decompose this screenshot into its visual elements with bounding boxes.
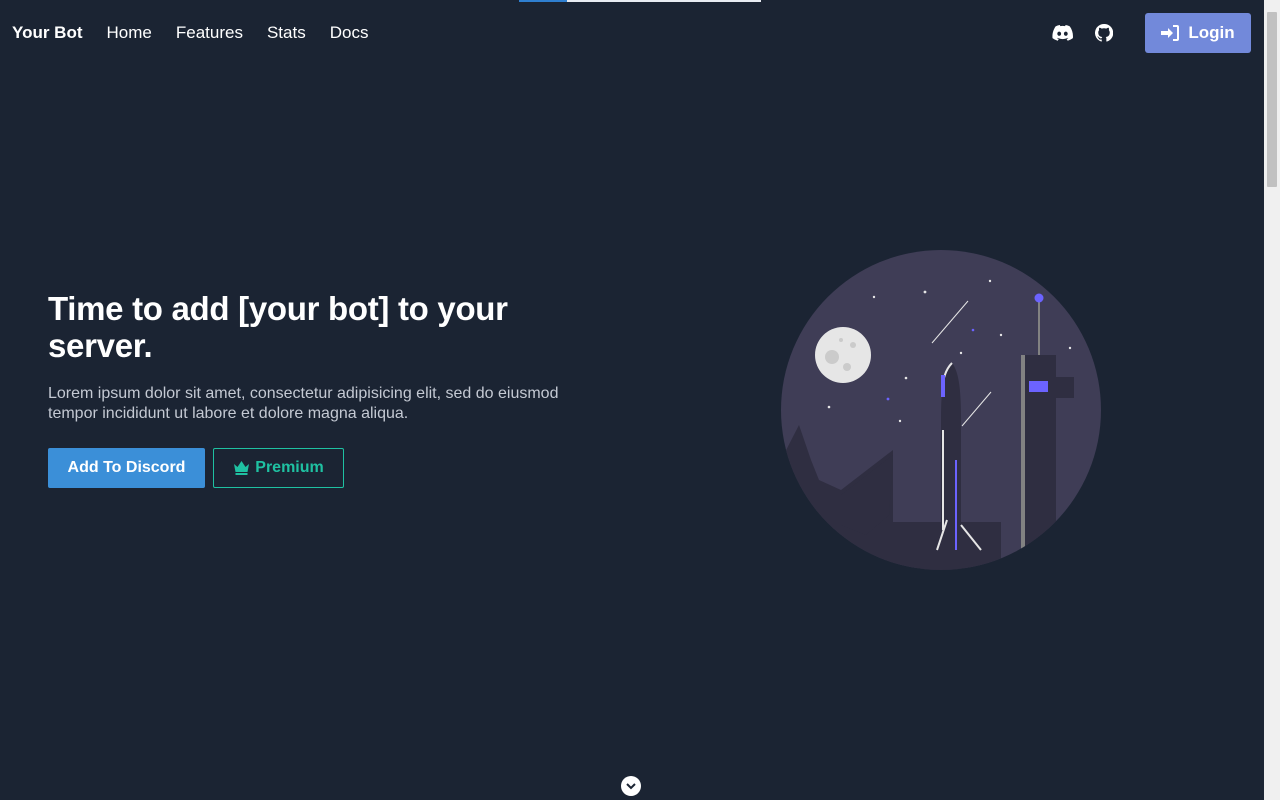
page-scrollbar[interactable] (1264, 0, 1280, 800)
discord-icon[interactable] (1051, 22, 1073, 44)
add-to-discord-button[interactable]: Add To Discord (48, 448, 205, 488)
login-label: Login (1188, 23, 1235, 42)
nav-actions: Login (1051, 13, 1251, 53)
login-button[interactable]: Login (1145, 13, 1251, 53)
chevron-down-icon (626, 783, 636, 790)
premium-button[interactable]: Premium (213, 448, 344, 488)
scrollbar-thumb[interactable] (1267, 12, 1277, 187)
navbar: Your Bot Home Features Stats Docs Login (0, 0, 1264, 66)
hero-subtitle: Lorem ipsum dolor sit amet, consectetur … (48, 385, 559, 422)
nav-link-docs[interactable]: Docs (330, 23, 369, 43)
scroll-down-button[interactable] (621, 776, 641, 796)
sign-in-icon (1161, 25, 1180, 41)
hero-actions: Add To Discord Premium (48, 448, 588, 488)
nav-link-stats[interactable]: Stats (267, 23, 306, 43)
premium-label: Premium (255, 459, 324, 476)
brand-logo[interactable]: Your Bot (12, 23, 83, 43)
github-icon[interactable] (1093, 22, 1115, 44)
rocket-launch-illustration (781, 250, 1101, 570)
nav-link-home[interactable]: Home (107, 23, 152, 43)
crown-icon (234, 461, 250, 475)
nav-links: Home Features Stats Docs (107, 23, 369, 43)
hero-section: Time to add [your bot] to your server. L… (48, 290, 588, 488)
hero-title: Time to add [your bot] to your server. (48, 290, 508, 364)
nav-link-features[interactable]: Features (176, 23, 243, 43)
